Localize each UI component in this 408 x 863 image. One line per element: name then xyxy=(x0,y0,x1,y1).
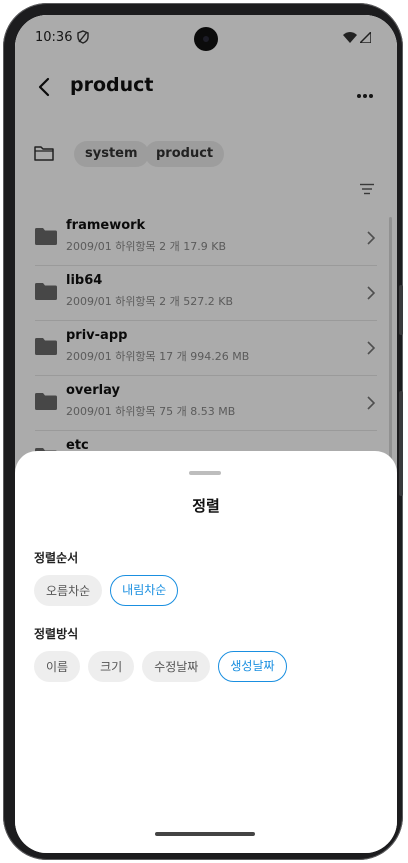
chip-descending[interactable]: 내림차순 xyxy=(110,575,179,606)
sort-method-label: 정렬방식 xyxy=(34,627,79,641)
power-button xyxy=(399,285,403,335)
sort-order-options: 오름차순 내림차순 xyxy=(34,575,179,606)
chip-size[interactable]: 크기 xyxy=(88,651,135,682)
chip-ascending[interactable]: 오름차순 xyxy=(34,575,103,606)
gesture-nav-bar[interactable] xyxy=(155,832,255,836)
chip-created-date[interactable]: 생성날짜 xyxy=(218,651,287,682)
phone-frame: 10:36 product system product framework 2… xyxy=(3,3,403,860)
sort-bottom-sheet: 정렬 정렬순서 오름차순 내림차순 정렬방식 이름 크기 수정날짜 생성날짜 xyxy=(15,451,397,853)
sheet-title: 정렬 xyxy=(192,497,220,515)
screen: 10:36 product system product framework 2… xyxy=(15,15,397,853)
volume-button xyxy=(399,391,403,496)
chip-modified-date[interactable]: 수정날짜 xyxy=(142,651,211,682)
chip-name[interactable]: 이름 xyxy=(34,651,81,682)
sort-method-options: 이름 크기 수정날짜 생성날짜 xyxy=(34,651,287,682)
sort-order-label: 정렬순서 xyxy=(34,551,79,565)
drag-handle[interactable] xyxy=(189,471,221,475)
